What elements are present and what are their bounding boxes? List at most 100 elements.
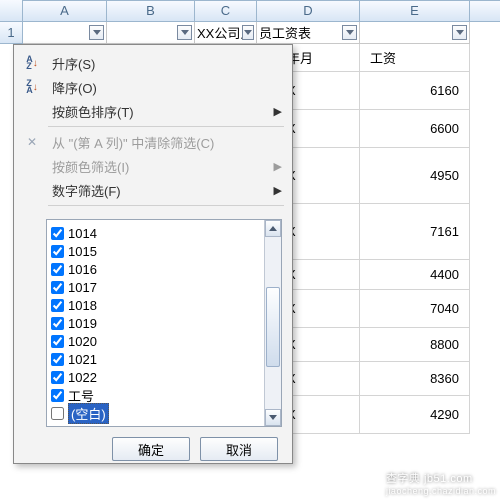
label: 数字筛选(F) xyxy=(52,181,121,200)
menu-separator xyxy=(48,126,284,127)
checkbox[interactable] xyxy=(51,245,64,258)
checklist-body: 1014 1015 1016 1017 1018 1019 1020 1021 … xyxy=(47,220,264,426)
menu-sort-by-color[interactable]: 按颜色排序(T) ▶ xyxy=(14,99,292,123)
label: 升序(S) xyxy=(52,54,95,73)
checkbox[interactable] xyxy=(51,407,64,420)
filter-menu: AZ↓ 升序(S) ZA↓ 降序(O) 按颜色排序(T) ▶ ✕ 从 "(第 A… xyxy=(14,45,292,213)
menu-sort-desc[interactable]: ZA↓ 降序(O) xyxy=(14,75,292,99)
chevron-down-icon xyxy=(456,30,464,35)
checklist-label: 1018 xyxy=(68,298,97,313)
checkbox[interactable] xyxy=(51,263,64,276)
blank-icon xyxy=(22,181,42,199)
checkbox[interactable] xyxy=(51,281,64,294)
chevron-down-icon xyxy=(346,30,354,35)
checklist-item[interactable]: 1020 xyxy=(49,332,262,350)
checkbox[interactable] xyxy=(51,227,64,240)
chevron-down-icon xyxy=(269,415,277,420)
row-1: XX公司人 员工资表 xyxy=(23,22,470,44)
menu-clear-filter: ✕ 从 "(第 A 列)" 中清除筛选(C) xyxy=(14,130,292,154)
sort-asc-icon: AZ↓ xyxy=(22,54,42,72)
ok-button[interactable]: 确定 xyxy=(112,437,190,461)
checkbox[interactable] xyxy=(51,317,64,330)
cell-salary[interactable]: 7161 xyxy=(360,204,470,260)
cell-salary[interactable]: 4400 xyxy=(360,260,470,290)
checklist-label: 1022 xyxy=(68,370,97,385)
filter-button-D[interactable] xyxy=(342,25,357,40)
checkbox[interactable] xyxy=(51,389,64,402)
cell-salary[interactable]: 4290 xyxy=(360,396,470,434)
checklist-item[interactable]: 1018 xyxy=(49,296,262,314)
chevron-up-icon xyxy=(269,226,277,231)
cell-salary[interactable]: 7040 xyxy=(360,290,470,328)
menu-number-filter[interactable]: 数字筛选(F) ▶ xyxy=(14,178,292,202)
filter-button-E[interactable] xyxy=(452,25,467,40)
cancel-button[interactable]: 取消 xyxy=(200,437,278,461)
checkbox[interactable] xyxy=(51,353,64,366)
cell-C1-text: XX公司人 xyxy=(197,23,242,42)
chevron-down-icon xyxy=(93,30,101,35)
header-salary[interactable]: 工资 xyxy=(360,44,470,72)
blank-icon xyxy=(22,157,42,175)
col-header-A[interactable]: A xyxy=(23,1,107,21)
cell-E1[interactable] xyxy=(360,22,470,44)
checklist-label: 1021 xyxy=(68,352,97,367)
cell-B1[interactable] xyxy=(107,22,195,44)
cell-salary[interactable]: 4950 xyxy=(360,148,470,204)
sort-desc-icon: ZA↓ xyxy=(22,78,42,96)
filter-button-A[interactable] xyxy=(89,25,104,40)
cell-D1-text: 员工资表 xyxy=(259,23,311,42)
menu-separator xyxy=(48,205,284,206)
menu-sort-asc[interactable]: AZ↓ 升序(S) xyxy=(14,51,292,75)
checklist-item[interactable]: 1015 xyxy=(49,242,262,260)
submenu-arrow-icon: ▶ xyxy=(274,160,282,173)
cell-salary[interactable]: 8800 xyxy=(360,328,470,362)
chevron-down-icon xyxy=(244,30,252,35)
filter-button-B[interactable] xyxy=(177,25,192,40)
label: 按颜色筛选(I) xyxy=(52,157,129,176)
checklist-label: (空白) xyxy=(68,403,109,424)
checklist-item[interactable]: 1017 xyxy=(49,278,262,296)
checklist-label: 1017 xyxy=(68,280,97,295)
column-headers: A B C D E xyxy=(23,0,500,22)
clear-filter-icon: ✕ xyxy=(22,133,42,151)
cell-D1[interactable]: 员工资表 xyxy=(257,22,360,44)
checklist-label: 1016 xyxy=(68,262,97,277)
label: 降序(O) xyxy=(52,78,97,97)
checkbox[interactable] xyxy=(51,335,64,348)
checkbox[interactable] xyxy=(51,299,64,312)
select-all-corner[interactable] xyxy=(0,0,23,22)
checklist-label: 1019 xyxy=(68,316,97,331)
cell-A1[interactable] xyxy=(23,22,107,44)
chevron-down-icon xyxy=(181,30,189,35)
col-header-B[interactable]: B xyxy=(107,1,195,21)
col-header-C[interactable]: C xyxy=(195,1,257,21)
checklist-item[interactable]: 1016 xyxy=(49,260,262,278)
label: 从 "(第 A 列)" 中清除筛选(C) xyxy=(52,133,214,152)
cell-salary[interactable]: 6160 xyxy=(360,72,470,110)
scroll-up-button[interactable] xyxy=(265,220,281,237)
checklist-item[interactable]: 工号 xyxy=(49,386,262,404)
blank-icon xyxy=(22,102,42,120)
submenu-arrow-icon: ▶ xyxy=(274,105,282,118)
checklist-item-blank[interactable]: (空白) xyxy=(49,404,262,422)
cell-salary[interactable]: 8360 xyxy=(360,362,470,396)
scroll-track[interactable] xyxy=(265,237,281,409)
checklist-item[interactable]: 1022 xyxy=(49,368,262,386)
cell-salary[interactable]: 6600 xyxy=(360,110,470,148)
filter-checklist: 1014 1015 1016 1017 1018 1019 1020 1021 … xyxy=(46,219,282,427)
col-header-D[interactable]: D xyxy=(257,1,360,21)
checklist-item[interactable]: 1019 xyxy=(49,314,262,332)
col-header-E[interactable]: E xyxy=(360,1,470,21)
scroll-down-button[interactable] xyxy=(265,409,281,426)
row-header-1[interactable]: 1 xyxy=(0,22,23,44)
checklist-label: 1015 xyxy=(68,244,97,259)
filter-button-C[interactable] xyxy=(242,25,254,40)
filter-dropdown: AZ↓ 升序(S) ZA↓ 降序(O) 按颜色排序(T) ▶ ✕ 从 "(第 A… xyxy=(13,44,293,464)
checkbox[interactable] xyxy=(51,371,64,384)
checklist-item[interactable]: 1014 xyxy=(49,224,262,242)
checklist-item[interactable]: 1021 xyxy=(49,350,262,368)
cell-C1[interactable]: XX公司人 xyxy=(195,22,257,44)
label: 按颜色排序(T) xyxy=(52,102,134,121)
scroll-thumb[interactable] xyxy=(266,287,280,367)
checklist-scrollbar[interactable] xyxy=(264,220,281,426)
